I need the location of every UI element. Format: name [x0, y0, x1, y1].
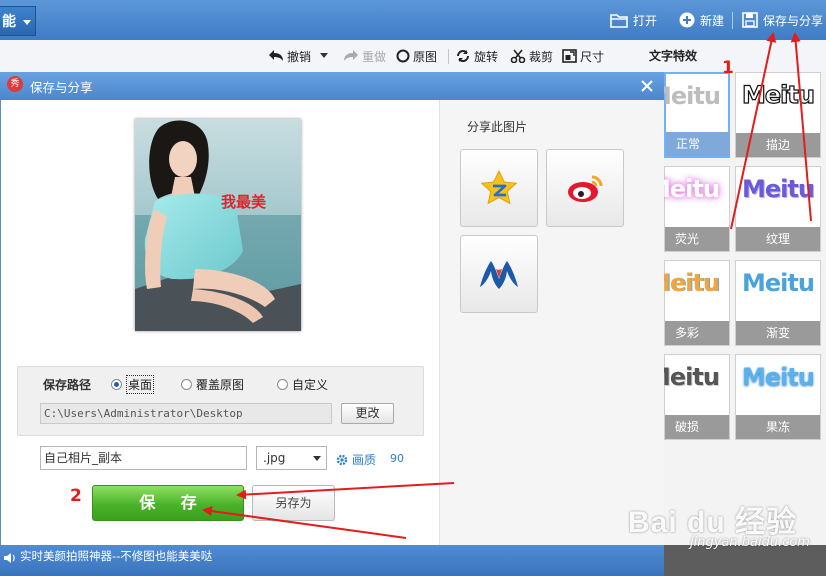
share-renren-button[interactable]: [460, 235, 538, 313]
scissors-icon: [510, 49, 526, 63]
status-message: 实时美颜拍照神器--不修图也能美美哒: [20, 549, 213, 563]
watermark-url: jingyan.baidu.com: [690, 535, 810, 550]
crop-button[interactable]: 裁剪: [510, 47, 553, 65]
share-title: 分享此图片: [467, 120, 528, 134]
features-tab-label: 能: [2, 14, 16, 30]
effect-tile-jelly[interactable]: Meitu 果冻: [735, 354, 821, 440]
undo-icon: [268, 49, 284, 63]
effect-label: 纹理: [736, 227, 820, 251]
circle-icon: [396, 49, 410, 63]
annotation-step-1: 1: [722, 58, 734, 78]
radio-desktop-label: 桌面: [126, 374, 155, 394]
radio-overwrite[interactable]: 覆盖原图: [181, 376, 244, 392]
new-label: 新建: [700, 13, 725, 28]
save-path-field: C:\Users\Administrator\Desktop: [40, 403, 332, 424]
effect-tile-normal[interactable]: Meitu 正常: [648, 72, 730, 158]
chevron-down-icon: [313, 456, 321, 461]
weibo-icon: [564, 168, 606, 208]
redo-icon: [343, 49, 359, 63]
resize-icon: [562, 49, 577, 63]
save-share-label: 保存与分享: [763, 13, 824, 28]
rotate-label: 旋转: [474, 49, 499, 64]
undo-history-dropdown[interactable]: [320, 53, 328, 58]
gear-icon: [336, 454, 348, 466]
effect-tile-gradient[interactable]: Meitu 渐变: [735, 260, 821, 346]
effect-preview-text: Meitu: [742, 363, 815, 391]
filename-input[interactable]: 自己相片_副本: [40, 446, 247, 470]
renren-icon: [477, 257, 521, 291]
effect-label: 果冻: [736, 415, 820, 439]
rotate-button[interactable]: 旋转: [455, 47, 498, 65]
dialog-title-bar[interactable]: [0, 72, 664, 100]
quality-setting[interactable]: 画质: [336, 451, 376, 468]
radio-button[interactable]: [277, 378, 288, 390]
radio-overwrite-label: 覆盖原图: [196, 377, 245, 392]
effect-preview-text: Meitu: [742, 269, 815, 297]
qzone-icon: [479, 168, 519, 208]
rotate-icon: [455, 49, 471, 63]
photo-caption: 我最美: [221, 193, 267, 211]
photo-preview: [135, 119, 301, 331]
chevron-down-icon: [23, 20, 31, 25]
speaker-icon: [3, 551, 17, 565]
radio-button[interactable]: [111, 378, 122, 390]
toolbar-divider: [448, 49, 449, 64]
redo-button[interactable]: 重做: [343, 47, 386, 65]
floppy-disk-icon: [742, 12, 758, 28]
quality-label: 画质: [352, 453, 377, 467]
open-label: 打开: [633, 13, 658, 28]
effect-label: 多彩: [665, 321, 729, 345]
text-effects-heading: 文字特效: [649, 49, 698, 63]
features-menu-tab[interactable]: 能: [0, 6, 36, 36]
radio-custom[interactable]: 自定义: [277, 376, 328, 392]
crop-label: 裁剪: [529, 49, 554, 64]
radio-button[interactable]: [181, 378, 192, 390]
undo-button[interactable]: 撤销: [268, 47, 311, 65]
dialog-title: 保存与分享: [30, 80, 93, 95]
effect-label: 正常: [666, 132, 730, 156]
plus-circle-icon: [679, 12, 695, 28]
size-button[interactable]: 尺寸: [562, 47, 604, 65]
format-select[interactable]: .jpg: [256, 446, 327, 470]
save-path-label: 保存路径: [43, 378, 92, 392]
effect-tile-outline[interactable]: Meitu 描边: [735, 72, 821, 158]
effect-tile-colorful[interactable]: Meitu 多彩: [647, 260, 730, 346]
effect-tile-damaged[interactable]: Meitu 破损: [647, 354, 730, 440]
app-logo-icon: 秀: [7, 76, 23, 92]
effect-label: 荧光: [665, 227, 729, 251]
undo-label: 撤销: [287, 49, 312, 64]
annotation-step-2: 2: [70, 486, 82, 506]
effect-label: 描边: [736, 133, 820, 157]
radio-custom-label: 自定义: [292, 377, 329, 392]
effect-preview-text: Meitu: [742, 175, 815, 203]
folder-icon: [610, 13, 628, 28]
save-as-button[interactable]: 另存为: [252, 485, 335, 521]
effect-tile-glow[interactable]: Meitu 荧光: [647, 166, 730, 252]
format-value: .jpg: [263, 451, 286, 465]
original-image-button[interactable]: 原图: [396, 47, 437, 65]
size-label: 尺寸: [580, 49, 605, 64]
redo-label: 重做: [362, 49, 387, 64]
toolbar-divider: [732, 12, 733, 29]
close-icon[interactable]: [637, 76, 657, 96]
save-share-button[interactable]: 保存与分享: [742, 10, 823, 30]
effect-label: 破损: [665, 415, 729, 439]
original-label: 原图: [413, 49, 438, 64]
effect-label: 渐变: [736, 321, 820, 345]
share-qzone-button[interactable]: [460, 149, 538, 227]
effect-tile-texture[interactable]: Meitu 纹理: [735, 166, 821, 252]
new-button[interactable]: 新建: [679, 10, 724, 30]
change-path-button[interactable]: 更改: [341, 403, 394, 424]
save-button[interactable]: 保 存: [92, 485, 244, 521]
open-button[interactable]: 打开: [610, 10, 657, 30]
quality-value: 90: [390, 452, 404, 465]
radio-desktop[interactable]: 桌面: [111, 374, 155, 394]
share-weibo-button[interactable]: [546, 149, 624, 227]
effect-preview-text: Meitu: [741, 80, 815, 109]
